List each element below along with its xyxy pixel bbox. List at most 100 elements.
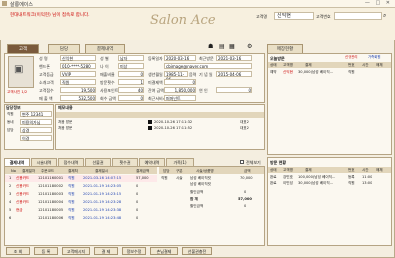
print-icon[interactable]: ▤ (219, 44, 225, 50)
tab-prepaid[interactable]: 선불권 (85, 158, 111, 166)
row-amount: 57,000 (136, 176, 149, 180)
tab-payments[interactable]: 결제내역 (85, 44, 125, 53)
staff-value[interactable]: 이경 (20, 135, 52, 141)
phone-field[interactable]: 010-****-5280 (60, 63, 96, 69)
points-field[interactable]: 19,500 (60, 87, 96, 93)
memo-color-swatch (148, 126, 152, 130)
detail-item: 남성 베이직컷 (190, 176, 211, 180)
col-num: 번호 (348, 168, 355, 172)
gender-field[interactable]: 남자 (118, 55, 144, 61)
tab-count-ticket[interactable]: 횟수권 (112, 158, 138, 166)
tab-staff[interactable]: 담당 (48, 44, 80, 53)
purchase-field[interactable]: 0 (118, 95, 144, 101)
pay-button[interactable]: 결 제 (94, 247, 118, 255)
tab-reception-history[interactable]: 접수내역 (58, 158, 84, 166)
row-amount: 0 (136, 208, 139, 212)
memo-author: 대표2 (240, 120, 249, 124)
row-amount: 0 (136, 192, 139, 196)
lunar-label: 음력 (189, 72, 197, 77)
table-row[interactable] (5, 215, 157, 222)
balance-field[interactable]: 1,850,000 (164, 87, 196, 93)
table-row[interactable] (5, 207, 157, 214)
app-icon (2, 1, 7, 6)
visit-count-field[interactable]: 1 (118, 79, 144, 85)
tab-payment-history[interactable]: 결제내역 (4, 158, 30, 166)
customer-message-button[interactable]: 고객메시지 (62, 247, 90, 255)
name-field[interactable]: 신익현 (60, 55, 96, 61)
col-order-code: 주문코드 (41, 169, 55, 173)
register-button[interactable]: 등 록 (34, 247, 58, 255)
row-order-code: 12101180004 (38, 200, 64, 204)
row-amount: 0 (136, 200, 139, 204)
tab-family[interactable]: 가족(1) (166, 158, 194, 166)
staff-title: 담당정보 (6, 105, 21, 110)
partner-field[interactable]: 0 (216, 87, 252, 93)
search-icon[interactable]: ⌕ (383, 13, 386, 19)
col-name: 고객명 (283, 63, 293, 67)
visit-row-state: 완료 (270, 175, 277, 179)
edit-info-button[interactable]: 정보수정 (122, 247, 146, 255)
birthday-label: 생년월일 (148, 72, 163, 77)
visit-row-name[interactable]: 강민호 (283, 175, 293, 180)
search-button[interactable]: 조 회 (6, 247, 30, 255)
tab-service-history[interactable]: 시술내역 (31, 158, 57, 166)
prepaid-charge-button[interactable]: 선불권충전 (182, 247, 212, 255)
tab-customer[interactable]: 고객 (7, 44, 39, 53)
search-label-name: 고객명 (256, 14, 268, 19)
chart-icon[interactable]: ▦ (229, 44, 235, 50)
col-no: No (11, 169, 16, 173)
staff-value[interactable]: 상경 (20, 127, 52, 133)
row-payer: 직원 (68, 200, 75, 204)
tab-store-status[interactable]: 매장현황 (267, 44, 303, 53)
grade-label: 고객등급 (39, 72, 54, 77)
staff-value[interactable]: 변주 12341 (20, 111, 52, 117)
age-label: 나 이 (100, 64, 109, 69)
col-category: 구분 (176, 169, 183, 173)
detail-item: 남성 베이직컷 (190, 182, 211, 186)
intro-field[interactable]: 직원 (60, 79, 96, 85)
title-bar (0, 0, 395, 8)
discount-value-2: 0 (244, 204, 247, 208)
visit-row-num: 등록 (348, 175, 355, 179)
memo-author: 대표2 (240, 126, 249, 130)
used-points-field[interactable]: 40 (118, 87, 144, 93)
staff-value[interactable]: 미용의가님 (20, 119, 52, 125)
row-amount: 0 (136, 216, 139, 220)
customer-number-input[interactable] (334, 12, 382, 20)
memo-text[interactable]: 처음 방문 (58, 120, 72, 125)
customer-search-input[interactable]: 신익현 (274, 12, 314, 20)
store-row-num: 직원 (348, 70, 355, 74)
sales-field[interactable]: 532,500 (60, 95, 96, 101)
memo-text[interactable]: 처음 방문 (58, 126, 72, 131)
memo-date: 2020-10-26 17:11:52 (154, 126, 193, 130)
email-field[interactable]: cbimage@naver.com (164, 63, 252, 69)
row-payer: 직원 (68, 208, 75, 212)
show-all-checkbox[interactable] (240, 160, 244, 164)
row-pay-type: 신용카드 (16, 200, 30, 204)
anniversary-field[interactable]: 2015-04-06 (216, 71, 252, 77)
register-date-field[interactable]: 2020-03-16 (164, 55, 196, 61)
store-row-name[interactable]: 신익현 (283, 70, 293, 75)
guest-pay-button[interactable]: 손님결제 (150, 247, 178, 255)
unpaid-label: 미결제액 (148, 80, 163, 85)
settings-icon[interactable]: ⚙ (247, 44, 252, 50)
visit-row-name[interactable]: 이민성 (283, 181, 293, 186)
age-field[interactable]: 미상 (118, 63, 144, 69)
row-payer: 직원 (68, 216, 75, 220)
visits-field[interactable]: 0 (118, 71, 144, 77)
window-controls[interactable]: — □ ✕ (365, 0, 392, 6)
photo-caption: 고객사진 1/2 (7, 90, 28, 94)
unpaid-field[interactable]: 0 (164, 79, 196, 85)
last-visit-field[interactable]: 2021-03-16 (216, 55, 252, 61)
visit-row-pay: 30,000(남성 베이직... (298, 181, 334, 185)
row-pay-date: 2021-01-19 14:23:05 (83, 184, 122, 188)
tab-reservation-history[interactable]: 예약내역 (139, 158, 165, 166)
phone-label: 핸드폰 (39, 64, 51, 69)
birthday-field[interactable]: 1985-11-06 (164, 71, 188, 82)
last-service-field[interactable]: 퍼머넌트 (164, 95, 196, 101)
user-icon[interactable]: ☗ (208, 44, 213, 50)
memo-title: 메모내용 (58, 105, 73, 110)
grade-field[interactable]: VVIP (60, 71, 96, 77)
visit-row-time: 13:00 (362, 181, 373, 185)
row-pay-type: 현금 (16, 208, 23, 212)
